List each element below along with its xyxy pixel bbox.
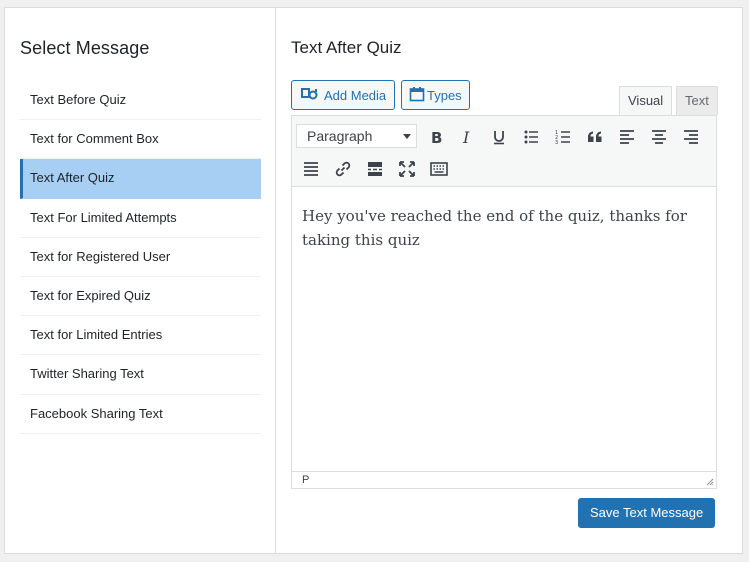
types-label: Types xyxy=(427,87,462,103)
message-item-after-quiz[interactable]: Text After Quiz xyxy=(20,159,261,199)
message-item-expired-quiz[interactable]: Text for Expired Quiz xyxy=(20,277,261,317)
editor-toolbar: Paragraph B I 123 xyxy=(292,116,716,187)
message-item-twitter-sharing[interactable]: Twitter Sharing Text xyxy=(20,355,261,395)
rich-text-editor: Paragraph B I 123 Hey you've reached the… xyxy=(291,115,717,489)
tab-visual[interactable]: Visual xyxy=(619,86,673,115)
bullet-list-icon[interactable] xyxy=(518,124,544,150)
tab-text[interactable]: Text xyxy=(676,86,718,115)
numbered-list-icon[interactable]: 123 xyxy=(550,124,576,150)
add-media-label: Add Media xyxy=(324,87,387,103)
format-select[interactable]: Paragraph xyxy=(296,124,417,148)
resize-handle-icon[interactable] xyxy=(706,478,714,486)
sidebar-title: Select Message xyxy=(20,38,150,58)
message-editor-area: Text After Quiz Add Media Types Visual T… xyxy=(276,8,742,553)
blockquote-icon[interactable] xyxy=(582,124,608,150)
message-sidebar: Select Message Text Before Quiz Text for… xyxy=(5,8,276,553)
justify-icon[interactable] xyxy=(298,156,324,182)
editor-statusbar: P xyxy=(292,471,716,488)
add-media-button[interactable]: Add Media xyxy=(291,80,396,110)
align-center-icon[interactable] xyxy=(646,124,672,150)
link-icon[interactable] xyxy=(330,156,356,182)
message-item-limited-entries[interactable]: Text for Limited Entries xyxy=(20,316,261,356)
save-text-message-button[interactable]: Save Text Message xyxy=(578,498,716,528)
types-button[interactable]: Types xyxy=(401,80,470,110)
message-item-limited-attempts[interactable]: Text For Limited Attempts xyxy=(20,199,261,238)
calendar-icon xyxy=(409,86,425,105)
svg-text:B: B xyxy=(431,129,442,146)
align-left-icon[interactable] xyxy=(614,124,640,150)
keyboard-icon[interactable] xyxy=(426,156,452,182)
fullscreen-icon[interactable] xyxy=(394,156,420,182)
message-panel: Select Message Text Before Quiz Text for… xyxy=(4,7,743,554)
underline-icon[interactable] xyxy=(486,124,512,150)
bold-icon[interactable]: B xyxy=(423,124,449,150)
message-item-facebook-sharing[interactable]: Facebook Sharing Text xyxy=(20,395,261,434)
align-right-icon[interactable] xyxy=(678,124,704,150)
editor-content[interactable]: Hey you've reached the end of the quiz, … xyxy=(292,188,716,471)
message-item-before-quiz[interactable]: Text Before Quiz xyxy=(20,81,261,121)
chevron-down-icon xyxy=(403,134,411,139)
svg-text:I: I xyxy=(462,128,470,146)
editor-title: Text After Quiz xyxy=(291,38,402,57)
read-more-icon[interactable] xyxy=(362,156,388,182)
message-list: Text Before Quiz Text for Comment Box Te… xyxy=(20,81,261,434)
format-select-value: Paragraph xyxy=(307,128,373,144)
italic-icon[interactable]: I xyxy=(454,124,480,150)
svg-text:3: 3 xyxy=(555,140,558,146)
message-item-registered-user[interactable]: Text for Registered User xyxy=(20,238,261,277)
message-item-comment-box[interactable]: Text for Comment Box xyxy=(20,120,261,160)
element-path[interactable]: P xyxy=(302,474,309,486)
add-media-icon xyxy=(300,86,318,105)
